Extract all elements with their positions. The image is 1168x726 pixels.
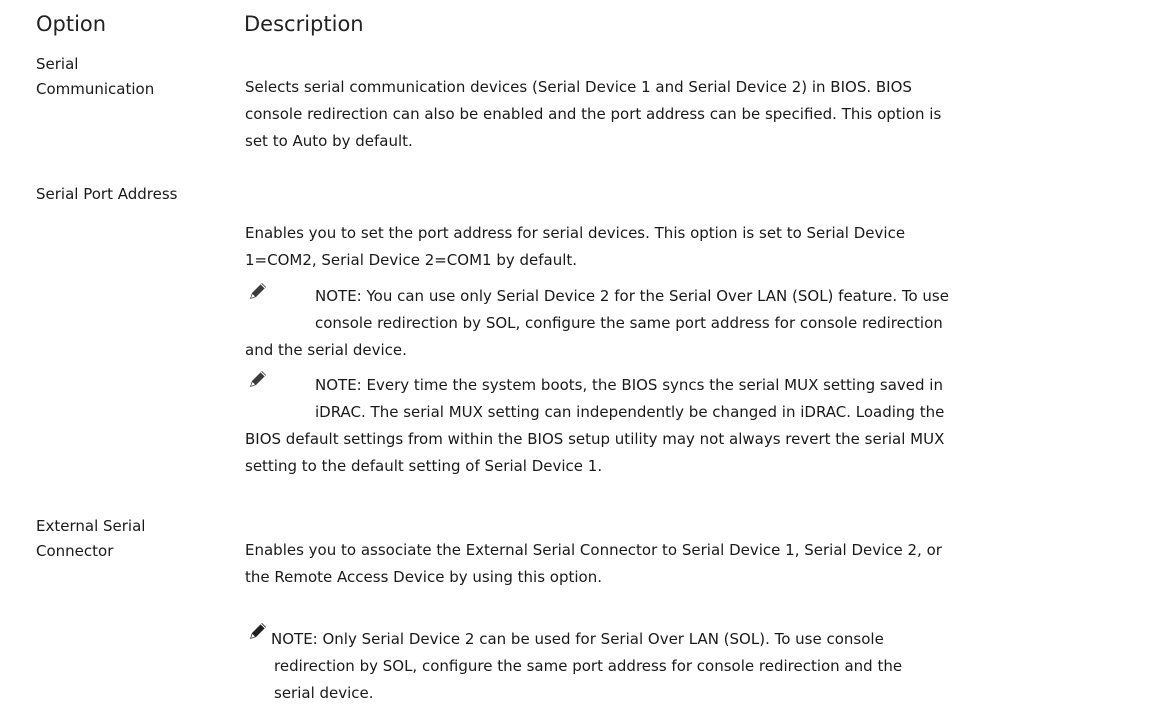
note-line: console redirection by SOL, configure th… <box>315 314 943 332</box>
description-line: the Remote Access Device by using this o… <box>245 568 603 586</box>
description-serial-port-address: Enables you to set the port address for … <box>245 220 1145 274</box>
note-sol-port: NOTE: You can use only Serial Device 2 f… <box>245 283 949 364</box>
option-name-serial-port-address: Serial Port Address <box>36 182 177 207</box>
note-line: setting to the default setting of Serial… <box>245 457 603 475</box>
note-line: NOTE: You can use only Serial Device 2 f… <box>315 287 949 305</box>
description-line: console redirection can also be enabled … <box>245 105 942 123</box>
description-serial-communication: Selects serial communication devices (Se… <box>245 74 941 155</box>
note-line: and the serial device. <box>245 341 407 359</box>
description-external-serial-connector: Enables you to associate the External Se… <box>245 537 942 591</box>
description-line: Enables you to associate the External Se… <box>245 541 942 559</box>
note-mux-setting: NOTE: Every time the system boots, the B… <box>245 372 944 480</box>
note-line: redirection by SOL, configure the same p… <box>274 657 903 675</box>
description-column-header: Description <box>244 12 364 36</box>
description-line: set to Auto by default. <box>245 132 413 150</box>
option-name-line: Serial Port Address <box>36 185 178 203</box>
option-name-line: External Serial <box>36 517 146 535</box>
option-name-serial-communication: Serial Communication <box>36 52 154 102</box>
note-line: NOTE: Only Serial Device 2 can be used f… <box>271 630 884 648</box>
option-name-external-serial-connector: External Serial Connector <box>36 514 145 564</box>
description-line: Selects serial communication devices (Se… <box>245 78 912 96</box>
option-name-line: Communication <box>36 80 155 98</box>
description-line: 1=COM2, Serial Device 2=COM1 by default. <box>245 251 578 269</box>
option-name-line: Connector <box>36 542 114 560</box>
description-line: Enables you to set the port address for … <box>245 224 906 242</box>
note-line: iDRAC. The serial MUX setting can indepe… <box>315 403 945 421</box>
option-column-header: Option <box>36 12 107 36</box>
note-external-sol: NOTE: Only Serial Device 2 can be used f… <box>245 626 902 707</box>
note-line: NOTE: Every time the system boots, the B… <box>315 376 943 394</box>
note-line: BIOS default settings from within the BI… <box>245 430 945 448</box>
note-line: serial device. <box>274 684 374 702</box>
option-name-line: Serial <box>36 55 79 73</box>
